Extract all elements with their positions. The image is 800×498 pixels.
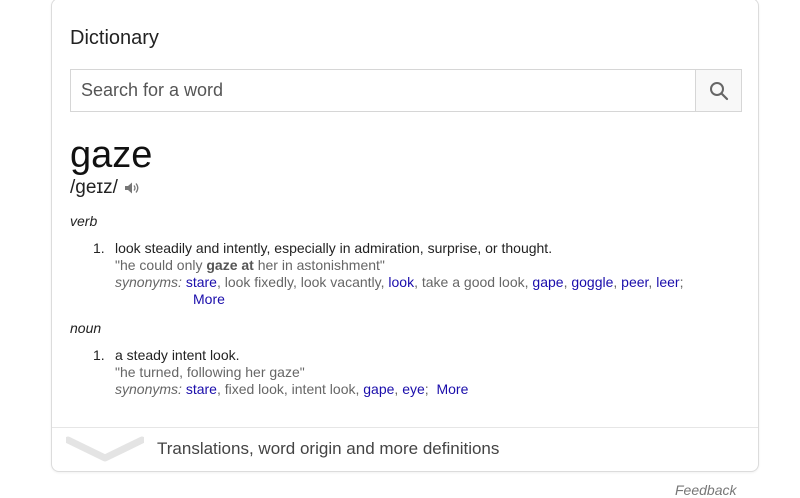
more-synonyms-link[interactable]: More (436, 381, 468, 397)
search-box (70, 69, 742, 112)
search-button[interactable] (695, 70, 741, 111)
dictionary-card: Dictionary gaze /ɡeɪz/ verb 1. look stea… (51, 0, 759, 472)
headword: gaze (70, 134, 153, 176)
synonym-text: look vacantly (300, 274, 381, 290)
synonym-link[interactable]: goggle (571, 274, 613, 290)
example: "he could only gaze at her in astonishme… (115, 257, 385, 273)
expander-label: Translations, word origin and more defin… (157, 439, 500, 458)
search-input[interactable] (71, 70, 697, 111)
synonyms-line: synonyms: stare, look fixedly, look vaca… (115, 274, 684, 290)
search-icon (709, 81, 728, 100)
synonym-link[interactable]: leer (656, 274, 679, 290)
part-of-speech-noun: noun (70, 320, 102, 336)
more-synonyms-link[interactable]: More (193, 291, 225, 307)
sense-noun-1: 1. a steady intent look. "he turned, fol… (93, 347, 733, 398)
synonyms-label: synonyms: (115, 274, 182, 290)
synonym-text: intent look (291, 381, 356, 397)
sense-number: 1. (93, 347, 105, 363)
sense-verb-1: 1. look steadily and intently, especiall… (93, 240, 733, 308)
synonym-link[interactable]: look (388, 274, 414, 290)
card-title: Dictionary (70, 27, 159, 49)
pronunciation: /ɡeɪz/ (70, 177, 118, 198)
definition: a steady intent look. (115, 347, 240, 363)
example: "he turned, following her gaze" (115, 364, 305, 380)
synonym-text: fixed look (224, 381, 284, 397)
more-definitions-expander[interactable]: Translations, word origin and more defin… (52, 428, 758, 471)
feedback-link[interactable]: Feedback (675, 482, 736, 498)
speaker-icon[interactable] (124, 181, 140, 195)
synonym-link[interactable]: gape (363, 381, 394, 397)
pronunciation-row: /ɡeɪz/ (70, 177, 140, 199)
synonym-link[interactable]: stare (186, 381, 217, 397)
synonym-link[interactable]: gape (532, 274, 563, 290)
synonym-text: look fixedly (224, 274, 293, 290)
synonym-link[interactable]: stare (186, 274, 217, 290)
example-highlight: gaze at (206, 257, 254, 273)
synonym-link[interactable]: eye (402, 381, 425, 397)
synonym-link[interactable]: peer (621, 274, 648, 290)
chevron-down-icon (66, 436, 144, 462)
sense-number: 1. (93, 240, 105, 256)
definition: look steadily and intently, especially i… (115, 240, 553, 256)
synonyms-line: synonyms: stare, fixed look, intent look… (115, 381, 469, 397)
part-of-speech-verb: verb (70, 213, 98, 229)
synonyms-label: synonyms: (115, 381, 182, 397)
synonym-text: take a good look (421, 274, 525, 290)
